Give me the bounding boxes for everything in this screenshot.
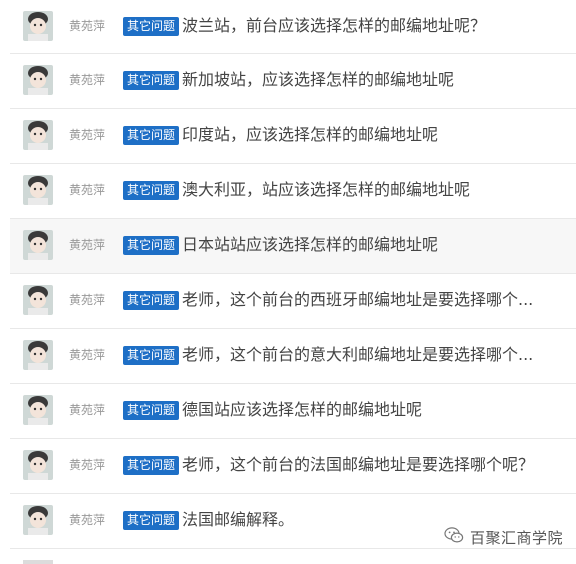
list-item[interactable]: 黄苑萍 其它问题 老师，这个前台的意大利邮编地址是要选择哪个...: [10, 329, 576, 384]
question-title[interactable]: 新加坡站，应该选择怎样的邮编地址呢: [182, 69, 454, 91]
list-item[interactable]: 黄苑萍 其它问题 澳大利亚，站应该选择怎样的邮编地址呢: [10, 164, 576, 219]
question-title[interactable]: 波兰站，前台应该选择怎样的邮编地址呢？: [182, 15, 486, 37]
list-item[interactable]: 黄苑萍 其它问题 老师，这个前台的法国邮编地址是要选择哪个呢？: [10, 439, 576, 494]
question-title[interactable]: 法国邮编解释。: [182, 509, 294, 531]
list-item[interactable]: 黄苑萍 其它问题 日本站站应该选择怎样的邮编地址呢: [10, 219, 576, 274]
list-item[interactable]: 黄苑萍 其它问题 波兰站，前台应该选择怎样的邮编地址呢？: [10, 0, 576, 54]
avatar: [23, 560, 53, 564]
avatar[interactable]: [23, 395, 53, 425]
category-badge[interactable]: 其它问题: [123, 236, 180, 255]
list-item[interactable]: 黄苑萍 其它问题 印度站，应该选择怎样的邮编地址呢: [10, 109, 576, 164]
list-item[interactable]: 黄苑萍 其它问题 老师，这个前台的西班牙邮编地址是要选择哪个...: [10, 274, 576, 329]
category-badge[interactable]: 其它问题: [123, 401, 180, 420]
author-name[interactable]: 黄苑萍: [69, 512, 105, 528]
author-name[interactable]: 黄苑萍: [69, 127, 105, 143]
category-badge[interactable]: 其它问题: [123, 346, 180, 365]
author-name[interactable]: 黄苑萍: [69, 292, 105, 308]
question-title[interactable]: 澳大利亚，站应该选择怎样的邮编地址呢: [182, 179, 470, 201]
author-name[interactable]: 黄苑萍: [69, 18, 105, 34]
watermark: 百聚汇商学院: [442, 526, 564, 548]
author-name[interactable]: 黄苑萍: [69, 182, 105, 198]
avatar[interactable]: [23, 340, 53, 370]
question-title[interactable]: 日本站站应该选择怎样的邮编地址呢: [182, 234, 438, 256]
list-item[interactable]: 黄苑萍 其它问题 德国站应该选择怎样的邮编地址呢: [10, 384, 576, 439]
question-title[interactable]: 老师，这个前台的意大利邮编地址是要选择哪个...: [182, 344, 533, 366]
category-badge[interactable]: 其它问题: [123, 511, 180, 530]
watermark-text: 百聚汇商学院: [470, 528, 564, 547]
list-item-partial: [10, 552, 576, 564]
avatar[interactable]: [23, 11, 53, 41]
author-name[interactable]: 黄苑萍: [69, 457, 105, 473]
author-name[interactable]: 黄苑萍: [69, 237, 105, 253]
author-name[interactable]: 黄苑萍: [69, 347, 105, 363]
author-name[interactable]: 黄苑萍: [69, 72, 105, 88]
avatar[interactable]: [23, 230, 53, 260]
question-title[interactable]: 老师，这个前台的法国邮编地址是要选择哪个呢？: [182, 454, 534, 476]
question-title[interactable]: 老师，这个前台的西班牙邮编地址是要选择哪个...: [182, 289, 533, 311]
avatar[interactable]: [23, 505, 53, 535]
question-title[interactable]: 印度站，应该选择怎样的邮编地址呢: [182, 124, 438, 146]
avatar[interactable]: [23, 65, 53, 95]
category-badge[interactable]: 其它问题: [123, 456, 180, 475]
category-badge[interactable]: 其它问题: [123, 71, 180, 90]
avatar[interactable]: [23, 285, 53, 315]
category-badge[interactable]: 其它问题: [123, 17, 180, 36]
avatar[interactable]: [23, 450, 53, 480]
category-badge[interactable]: 其它问题: [123, 291, 180, 310]
author-name[interactable]: 黄苑萍: [69, 402, 105, 418]
category-badge[interactable]: 其它问题: [123, 126, 180, 145]
question-title[interactable]: 德国站应该选择怎样的邮编地址呢: [182, 399, 422, 421]
avatar[interactable]: [23, 175, 53, 205]
list-item[interactable]: 黄苑萍 其它问题 新加坡站，应该选择怎样的邮编地址呢: [10, 54, 576, 109]
question-list: 黄苑萍 其它问题 波兰站，前台应该选择怎样的邮编地址呢？ 黄苑萍 其它问题 新加…: [10, 0, 576, 549]
category-badge[interactable]: 其它问题: [123, 181, 180, 200]
avatar[interactable]: [23, 120, 53, 150]
wechat-icon: [444, 526, 464, 548]
